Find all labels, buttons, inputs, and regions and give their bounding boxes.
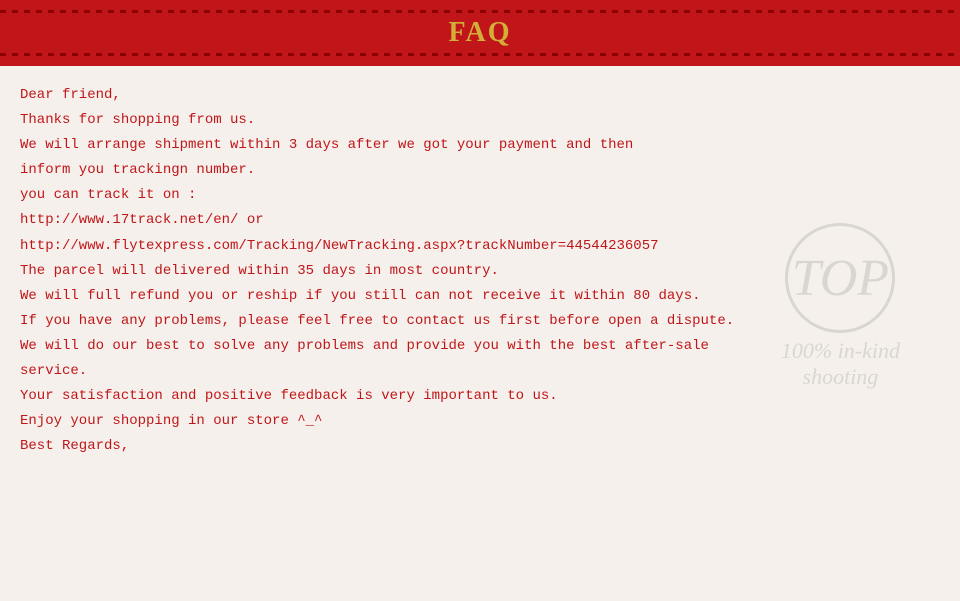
line9: We will full refund you or reship if you… (20, 285, 940, 308)
line13: Your satisfaction and positive feedback … (20, 385, 940, 408)
content-area: Dear friend, Thanks for shopping from us… (0, 66, 960, 470)
line10: If you have any problems, please feel fr… (20, 310, 940, 333)
line5: you can track it on : (20, 184, 940, 207)
line6: http://www.17track.net/en/ or (20, 209, 940, 232)
header: FAQ (0, 0, 960, 66)
line15: Best Regards, (20, 435, 940, 458)
page-container: FAQ Dear friend, Thanks for shopping fro… (0, 0, 960, 601)
line1: Dear friend, (20, 84, 940, 107)
line14: Enjoy your shopping in our store ^_^ (20, 410, 940, 433)
line4: inform you trackingn number. (20, 159, 940, 182)
line8: The parcel will delivered within 35 days… (20, 260, 940, 283)
line12: service. (20, 360, 940, 383)
line2: Thanks for shopping from us. (20, 109, 940, 132)
line3: We will arrange shipment within 3 days a… (20, 134, 940, 157)
faq-title: FAQ (0, 13, 960, 53)
line11: We will do our best to solve any problem… (20, 335, 940, 358)
line7: http://www.flytexpress.com/Tracking/NewT… (20, 235, 940, 258)
